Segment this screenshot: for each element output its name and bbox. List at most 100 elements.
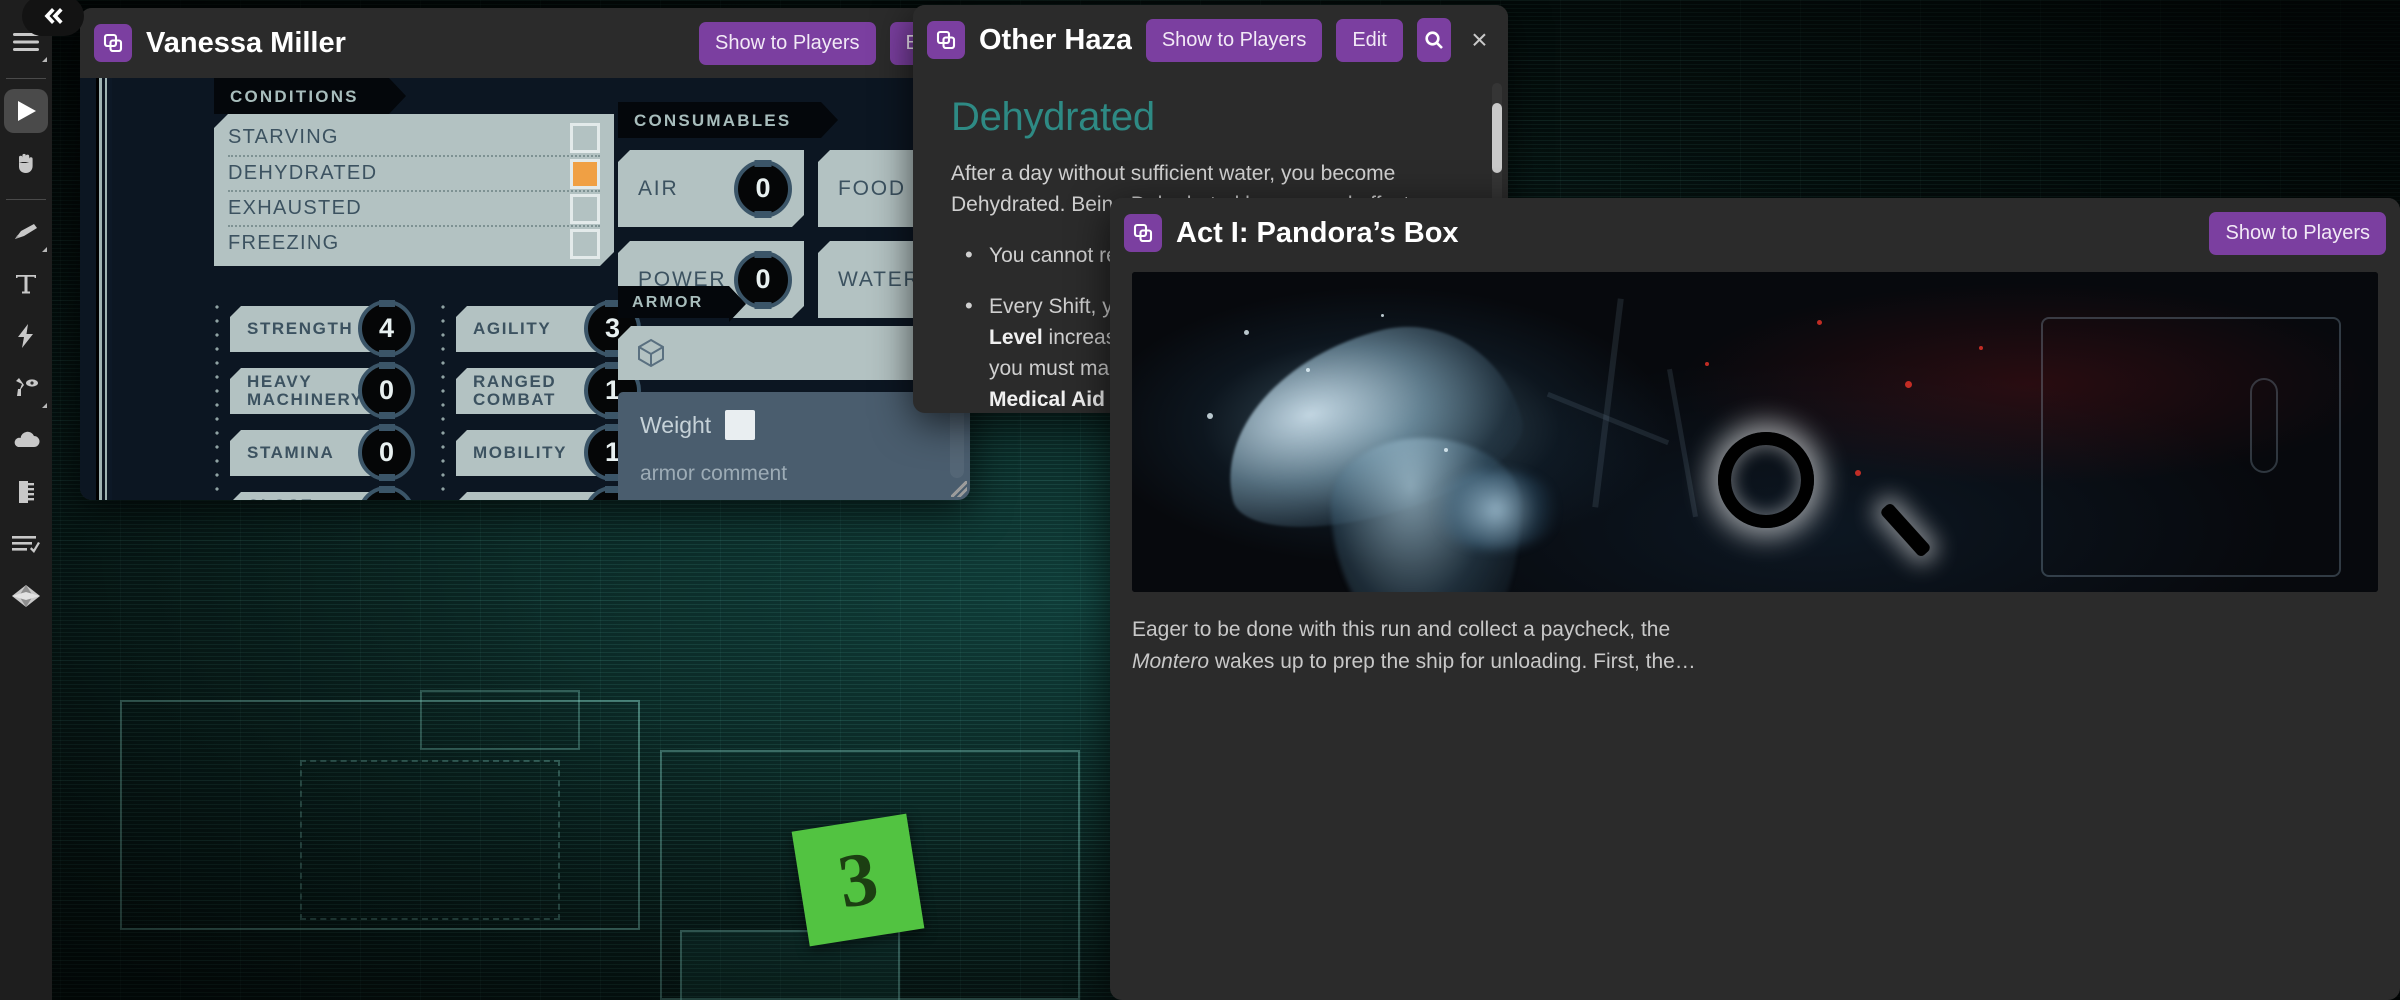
condition-label: DEHYDRATED xyxy=(228,162,378,184)
copy-layers-icon xyxy=(1133,223,1153,243)
left-toolbar xyxy=(0,0,52,1000)
map-corridor xyxy=(420,690,580,750)
attribute-row[interactable]: STRENGTH 4 xyxy=(230,300,430,358)
attribute-value[interactable]: 0 xyxy=(358,362,415,419)
toolbar-item-dice[interactable] xyxy=(4,574,48,618)
hazards-close-button[interactable]: × xyxy=(1465,21,1494,59)
act-italic-ship-name: Montero xyxy=(1132,649,1210,673)
map-room-dashed xyxy=(300,760,560,920)
draw-pen-icon xyxy=(15,224,37,239)
initiative-list-icon xyxy=(12,536,40,553)
bullet-bold-medical-aid: Medical Aid xyxy=(989,388,1105,412)
dice-d20-icon xyxy=(12,585,40,607)
toolbar-item-fog[interactable] xyxy=(4,418,48,462)
map-room xyxy=(680,930,900,1000)
caret-icon xyxy=(42,403,47,408)
toolbar-item-lighting[interactable] xyxy=(4,366,48,410)
condition-row[interactable]: EXHAUSTED xyxy=(228,190,600,225)
hazards-edit-button[interactable]: Edit xyxy=(1336,18,1403,62)
condition-checkbox-freezing[interactable] xyxy=(570,229,600,259)
magnifier-icon xyxy=(1425,31,1443,49)
toolbar-item-turn-order[interactable] xyxy=(4,522,48,566)
condition-checkbox-exhausted[interactable] xyxy=(570,194,600,224)
text-tool-icon xyxy=(16,275,36,294)
sheet-resize-handle[interactable] xyxy=(951,481,967,497)
alien-artwork xyxy=(1132,272,2378,592)
bullet-text: Every Shift, yo xyxy=(989,295,1125,319)
select-tool-icon xyxy=(18,101,36,121)
condition-label: EXHAUSTED xyxy=(228,197,362,219)
character-sheet-window[interactable]: Vanessa Miller Show to Players Edit COND… xyxy=(80,8,970,500)
handout-copy-icon[interactable] xyxy=(927,21,965,59)
hazards-title: Other Hazards xyxy=(979,23,1132,56)
consumables-section-label: CONSUMABLES xyxy=(618,102,839,138)
attribute-row[interactable]: HEAVY MACHINERY 0 xyxy=(230,362,430,420)
character-name-title: Vanessa Miller xyxy=(146,26,346,59)
condition-row[interactable]: FREEZING xyxy=(228,225,600,260)
fog-cloud-icon xyxy=(14,431,40,447)
toolbar-item-select[interactable] xyxy=(4,89,48,133)
character-sheet-header: Vanessa Miller Show to Players Edit xyxy=(80,8,970,78)
attribute-value[interactable]: 4 xyxy=(358,300,415,357)
toolbar-item-effects[interactable] xyxy=(4,314,48,358)
page-ruler-icon xyxy=(19,481,34,503)
condition-label: FREEZING xyxy=(228,232,340,254)
act-body: Eager to be done with this run and colle… xyxy=(1110,272,2400,1000)
sheet-copy-icon[interactable] xyxy=(94,24,132,62)
double-chevron-left-icon xyxy=(44,8,63,24)
hazards-search-button[interactable] xyxy=(1416,18,1451,62)
condition-row[interactable]: DEHYDRATED xyxy=(228,155,600,190)
toolbar-item-text[interactable] xyxy=(4,262,48,306)
act-text-line-2: wakes up to prep the ship for unloading.… xyxy=(1209,649,1696,673)
toolbar-item-draw[interactable] xyxy=(4,210,48,254)
condition-label: STARVING xyxy=(228,126,339,148)
artwork-glow xyxy=(1431,470,1562,551)
hazards-scroll-thumb[interactable] xyxy=(1492,103,1502,173)
act-copy-icon[interactable] xyxy=(1124,214,1162,252)
armor-weight-input[interactable] xyxy=(725,410,756,440)
attr-dot-rail xyxy=(214,300,220,500)
lightning-fx-icon xyxy=(18,324,33,348)
act-body-text: Eager to be done with this run and colle… xyxy=(1132,614,2378,678)
condition-row[interactable]: STARVING xyxy=(228,120,600,155)
toolbar-item-pan[interactable] xyxy=(4,141,48,185)
bullet-text: You cannot re xyxy=(989,244,1118,268)
lighting-vision-icon xyxy=(16,378,38,396)
pan-hand-icon xyxy=(19,153,33,173)
conditions-section-label: CONDITIONS xyxy=(214,78,406,114)
armor-comment-placeholder[interactable]: armor comment xyxy=(640,462,970,486)
act-image xyxy=(1132,272,2378,592)
token-label: 3 xyxy=(832,835,884,924)
artwork-panel xyxy=(2040,316,2341,577)
collapse-sidebar-button[interactable] xyxy=(22,0,84,36)
attribute-value[interactable]: 0 xyxy=(358,486,415,500)
hazards-show-to-players-button[interactable]: Show to Players xyxy=(1145,18,1323,62)
app-root: 3 Vanessa Miller Show to Players CONDITI… xyxy=(0,0,2400,1000)
artwork-panel-small xyxy=(2250,377,2279,473)
act-handout-window[interactable]: Act I: Pandora’s Box Show to Players Eag… xyxy=(1110,198,2400,1000)
artwork-red-speck xyxy=(1979,345,1984,350)
character-sheet-body: CONDITIONS STARVING DEHYDRATED EXHAUSTED xyxy=(80,78,970,500)
bullet-bold-level: Level xyxy=(989,326,1043,350)
toolbar-item-page[interactable] xyxy=(4,470,48,514)
sheet-scroll-area[interactable]: CONDITIONS STARVING DEHYDRATED EXHAUSTED xyxy=(110,78,970,500)
act-title: Act I: Pandora’s Box xyxy=(1176,216,1459,249)
artwork-red-speck xyxy=(1904,380,1912,388)
act-header: Act I: Pandora’s Box Show to Players xyxy=(1110,198,2400,268)
attributes-section: STRENGTH 4 HEAVY MACHINERY 0 STAMINA 0 A… xyxy=(214,300,656,500)
attribute-row[interactable]: STAMINA 0 xyxy=(230,424,430,482)
artwork-red-speck xyxy=(1705,361,1710,366)
artwork-speck xyxy=(1244,329,1250,335)
consumable-value[interactable]: 0 xyxy=(734,160,792,218)
act-show-to-players-button[interactable]: Show to Players xyxy=(2209,211,2386,255)
show-to-players-button[interactable]: Show to Players xyxy=(699,21,876,65)
conditions-section: CONDITIONS STARVING DEHYDRATED EXHAUSTED xyxy=(214,78,614,266)
map-token[interactable]: 3 xyxy=(791,813,925,947)
attribute-row[interactable]: CLOSE COMBAT 0 xyxy=(230,486,430,500)
consumable-cell[interactable]: AIR 0 xyxy=(618,150,804,227)
condition-checkbox-dehydrated[interactable] xyxy=(570,159,600,189)
attribute-value[interactable]: 0 xyxy=(358,424,415,481)
copy-layers-icon xyxy=(103,33,123,53)
condition-checkbox-starving[interactable] xyxy=(570,123,600,153)
conditions-panel: STARVING DEHYDRATED EXHAUSTED FREEZING xyxy=(214,114,614,266)
